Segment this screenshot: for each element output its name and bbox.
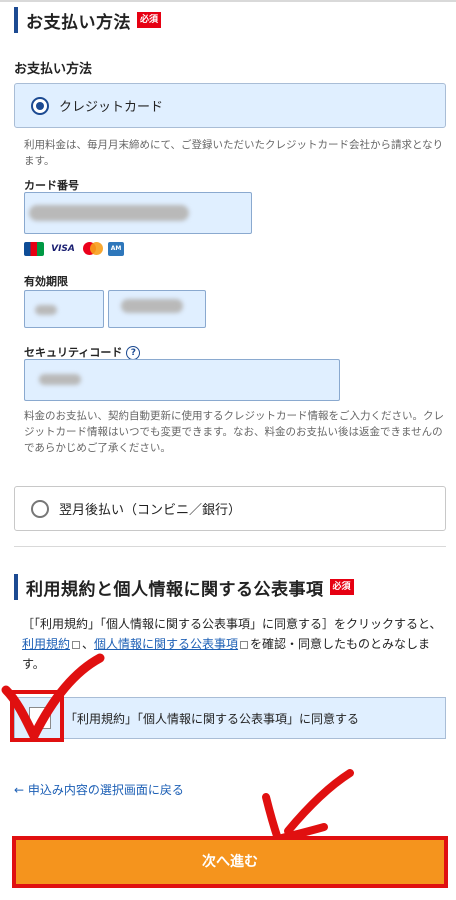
card-info-note: 料金のお支払い、契約自動更新に使用するクレジットカード情報をご入力ください。クレ… [24, 410, 444, 454]
required-badge: 必須 [137, 12, 162, 28]
security-code-label: セキュリティコード [24, 346, 123, 359]
annotation-button-box [12, 836, 448, 888]
radio-selected-icon[interactable] [31, 96, 49, 115]
terms-section-header: 利用規約と個人情報に関する公表事項 必須 [14, 574, 354, 600]
redaction-blur [29, 205, 189, 221]
card-brand-icons: VISA AM [24, 242, 124, 256]
card-number-input[interactable] [24, 192, 252, 234]
annotation-arrow-icon [262, 769, 354, 843]
mastercard-icon [82, 242, 104, 256]
security-code-input[interactable] [24, 359, 340, 401]
section-accent-bar [14, 7, 18, 33]
top-divider [0, 0, 456, 2]
payment-section-header: お支払い方法 必須 [14, 7, 162, 33]
credit-card-option-label: クレジットカード [59, 100, 164, 115]
amex-icon: AM [108, 242, 124, 256]
back-to-selection-link[interactable]: ← 申込み内容の選択画面に戻る [14, 781, 184, 798]
deferred-payment-option[interactable]: 翌月後払い（コンビニ／銀行） [14, 486, 446, 531]
agreement-text-part: ［「利用規約」「個人情報に関する公表事項」に同意する］をクリックすると、 [22, 617, 442, 631]
external-link-icon [240, 640, 249, 649]
radio-unselected-icon[interactable] [31, 499, 49, 518]
terms-section-title: 利用規約と個人情報に関する公表事項 [26, 579, 324, 600]
expiry-month-input[interactable] [24, 290, 104, 328]
redaction-blur [39, 374, 81, 385]
redaction-blur [35, 305, 57, 315]
visa-icon: VISA [48, 242, 78, 256]
required-badge: 必須 [329, 579, 354, 595]
help-icon[interactable]: ? [126, 346, 141, 360]
credit-card-option[interactable]: クレジットカード [14, 83, 446, 128]
payment-section-title: お支払い方法 [26, 12, 131, 33]
redaction-blur [121, 299, 183, 313]
payment-method-label: お支払い方法 [14, 62, 93, 77]
credit-note: 利用料金は、毎月月末締めにて、ご登録いただいたクレジットカード会社から請求となり… [24, 139, 444, 167]
jcb-icon [24, 242, 44, 256]
section-accent-bar [14, 574, 18, 600]
expiry-label: 有効期限 [24, 275, 68, 288]
card-number-label: カード番号 [24, 179, 79, 192]
security-code-label-row: セキュリティコード? [24, 344, 141, 360]
deferred-option-label: 翌月後払い（コンビニ／銀行） [59, 503, 242, 518]
expiry-year-input[interactable] [108, 290, 206, 328]
annotation-checkmark-icon [1, 653, 105, 741]
section-divider [14, 546, 446, 547]
